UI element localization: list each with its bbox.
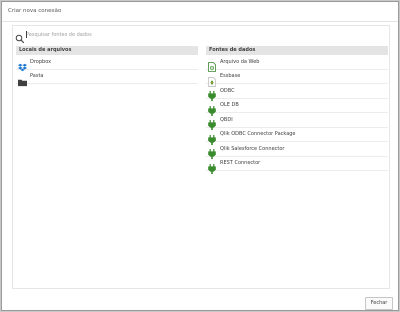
- create-connection-dialog: Criar nova conexão Locais de arquivos: [1, 1, 399, 311]
- item-label: QBDI: [220, 116, 233, 123]
- connector-plug-icon: [208, 144, 216, 159]
- connector-plug-icon: [208, 159, 216, 174]
- data-sources-header: Fontes de dados: [206, 46, 388, 55]
- list-item-qbdi[interactable]: QBDI: [206, 113, 388, 130]
- list-item-rest-connector[interactable]: REST Connector: [206, 157, 388, 174]
- search-icon: [15, 29, 25, 44]
- list-item-dropbox[interactable]: Dropbox: [16, 55, 198, 72]
- connector-plug-icon: [208, 115, 216, 130]
- connector-plug-icon: [208, 86, 216, 101]
- folder-icon: [18, 72, 27, 86]
- item-label: OLE DB: [220, 102, 239, 108]
- item-label: REST Connector: [220, 160, 261, 166]
- close-button[interactable]: Fechar: [365, 297, 393, 310]
- dialog-header: Criar nova conexão: [2, 2, 398, 22]
- list-item-odbc[interactable]: ODBC: [206, 84, 388, 101]
- file-locations-header: Locais de arquivos: [16, 46, 198, 55]
- data-sources-panel: Fontes de dados Arquivo da Web Essbase O…: [206, 46, 388, 174]
- item-label: ODBC: [220, 87, 235, 94]
- item-label: Dropbox: [30, 58, 52, 65]
- dialog-body: Locais de arquivos Dropbox: [12, 25, 390, 289]
- file-locations-panel: Locais de arquivos Dropbox Pasta: [16, 46, 198, 86]
- essbase-icon: [208, 72, 216, 87]
- list-item-essbase[interactable]: Essbase: [206, 70, 388, 87]
- list-item-qlik-odbc-connector[interactable]: Qlik ODBC Connector Package: [206, 128, 388, 145]
- search-input[interactable]: [26, 29, 186, 40]
- web-file-icon: [208, 57, 216, 72]
- dropbox-icon: [18, 57, 27, 72]
- item-label: Qlik ODBC Connector Package: [220, 131, 296, 137]
- text-caret: [26, 31, 27, 38]
- item-label: Essbase: [220, 73, 241, 79]
- list-item-web-file[interactable]: Arquivo da Web: [206, 55, 388, 72]
- dialog-title: Criar nova conexão: [8, 8, 62, 14]
- search-box: [15, 29, 195, 44]
- connector-plug-icon: [208, 101, 216, 116]
- item-label: Qlik Salesforce Connector: [220, 145, 285, 152]
- item-label: Arquivo da Web: [220, 58, 260, 65]
- list-item-folder[interactable]: Pasta: [16, 70, 198, 86]
- connector-plug-icon: [208, 130, 216, 145]
- list-item-qlik-salesforce-connector[interactable]: Qlik Salesforce Connector: [206, 142, 388, 159]
- list-item-ole-db[interactable]: OLE DB: [206, 99, 388, 116]
- item-label: Pasta: [30, 73, 44, 79]
